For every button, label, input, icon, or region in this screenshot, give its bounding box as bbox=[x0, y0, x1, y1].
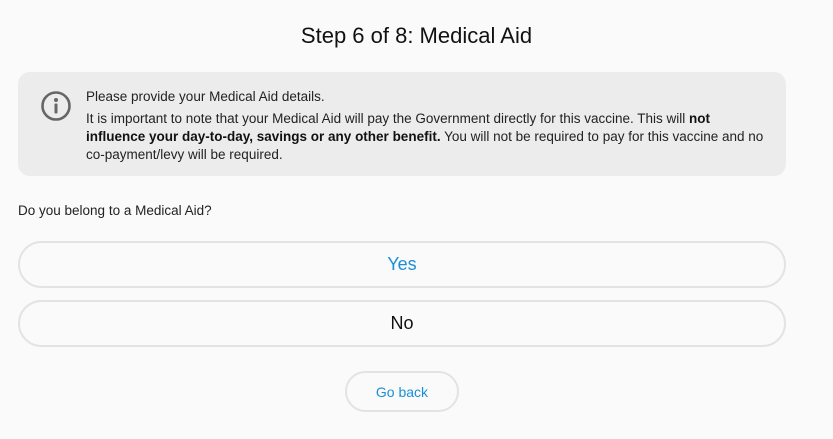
info-detail-start: It is important to note that your Medica… bbox=[86, 111, 690, 126]
info-text: Please provide your Medical Aid details.… bbox=[86, 88, 772, 164]
yes-button[interactable]: Yes bbox=[18, 241, 786, 288]
page: Step 6 of 8: Medical Aid Please provide … bbox=[0, 0, 833, 439]
page-title: Step 6 of 8: Medical Aid bbox=[300, 23, 533, 48]
info-intro: Please provide your Medical Aid details. bbox=[86, 89, 325, 104]
medical-aid-question: Do you belong to a Medical Aid? bbox=[18, 203, 212, 218]
info-panel: Please provide your Medical Aid details.… bbox=[18, 72, 786, 176]
info-detail: It is important to note that your Medica… bbox=[86, 110, 772, 164]
no-button[interactable]: No bbox=[18, 300, 786, 347]
go-back-button[interactable]: Go back bbox=[345, 371, 459, 412]
info-circle-icon bbox=[41, 91, 71, 121]
